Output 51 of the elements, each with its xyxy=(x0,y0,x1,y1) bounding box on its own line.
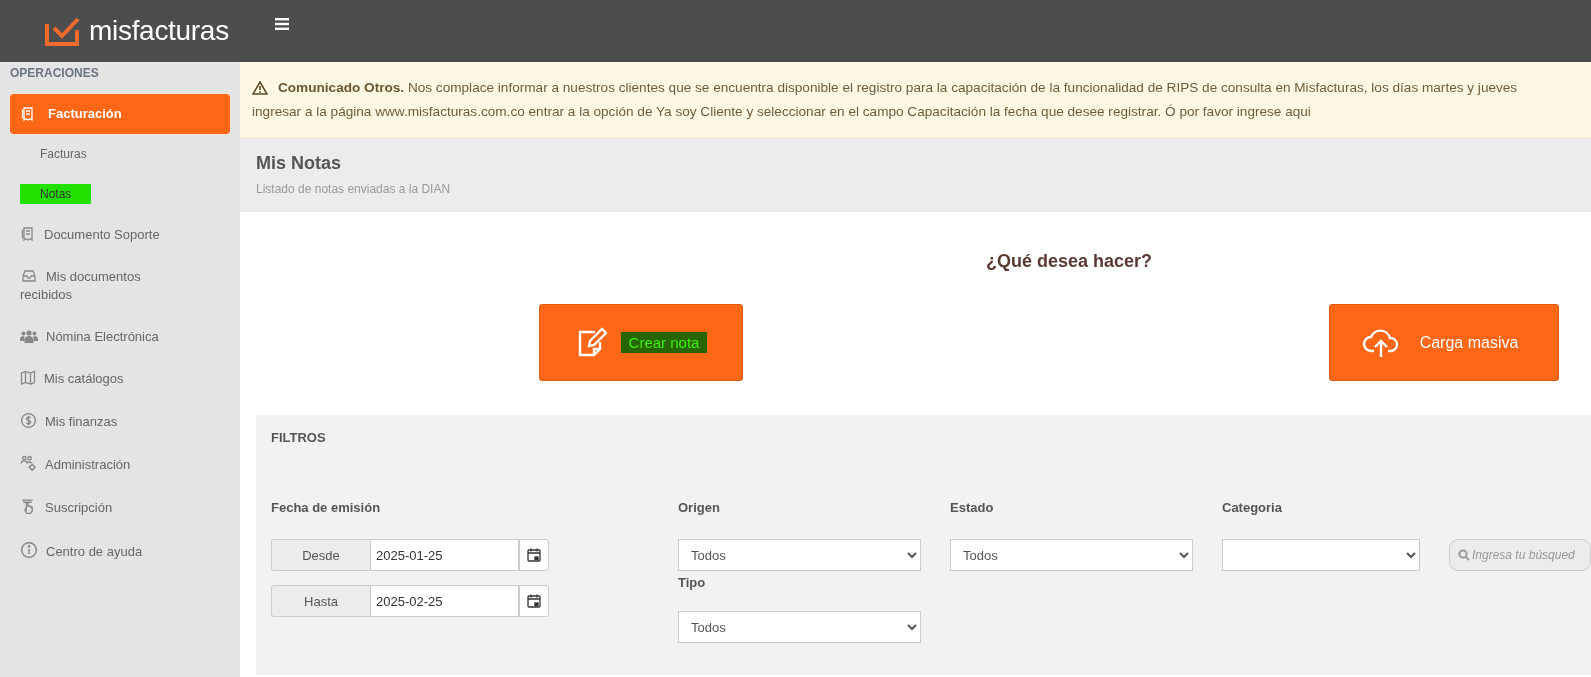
receipt-icon xyxy=(20,106,36,122)
search-icon xyxy=(1458,549,1470,561)
nav-item[interactable]: Mis catálogos xyxy=(0,358,190,400)
alert-message: Comunicado Otros. Nos complace informar a nuestros clientes que se encuentra disponible el registro para la capacitación de la funcionalidad de RIPS de consulta en Misfacturas, los días martes y jueves xyxy=(278,79,1518,97)
nav-item[interactable]: Nómina Electrónica xyxy=(0,316,190,358)
date-field[interactable]: 2025-02-25 xyxy=(371,585,519,617)
page-title: Mis Notas xyxy=(256,153,343,174)
nav-item[interactable]: Centro de ayuda xyxy=(0,529,190,573)
action-button[interactable]: Carga masiva xyxy=(1329,304,1559,381)
menu-icon[interactable] xyxy=(275,18,289,30)
tray-icon xyxy=(20,268,38,284)
nav-item[interactable]: Facturación xyxy=(10,94,230,134)
section-title: OPERACIONES xyxy=(9,66,100,82)
section-heading: ¿Qué desea hacer? xyxy=(986,250,1153,272)
nav-item[interactable]: Administración xyxy=(0,443,190,486)
date-label: Desde xyxy=(271,539,371,571)
action-button[interactable]: Crear nota xyxy=(539,304,743,381)
field-label: Categoria xyxy=(1222,500,1283,517)
date-field[interactable]: 2025-01-25 xyxy=(371,539,519,571)
nav-item[interactable]: Mis documentos recibidos xyxy=(0,256,190,316)
panel-title: FILTROS xyxy=(271,430,327,447)
dropdown[interactable]: Todos xyxy=(678,539,921,571)
calendar-button[interactable] xyxy=(519,585,549,617)
cloud-upload-icon xyxy=(1361,327,1400,358)
field-label: Tipo xyxy=(678,575,707,592)
date-label: Hasta xyxy=(271,585,371,617)
field-label: Estado xyxy=(950,500,995,517)
search-field[interactable]: Ingresa tu búsqued xyxy=(1449,539,1591,571)
nav-item[interactable]: Mis finanzas xyxy=(0,400,190,443)
calendar-icon xyxy=(527,594,541,608)
field-label: Origen xyxy=(678,500,721,517)
dropdown[interactable]: Todos xyxy=(678,611,921,643)
calendar-button[interactable] xyxy=(519,539,549,571)
alert-message: ingresar a la página www.misfacturas.com.co entrar a la opción de Ya soy Cliente y seleccionar en el campo Capacitación la fecha que desee registrar. Ó por favor ingrese aqui xyxy=(252,103,1311,121)
dollar-circle-icon xyxy=(20,412,37,429)
field-label: Fecha de emisión xyxy=(271,500,382,517)
page-subtitle: Listado de notas enviadas a la DIAN xyxy=(256,182,452,196)
warning-icon xyxy=(252,81,268,95)
info-icon xyxy=(20,541,38,559)
people-gear-icon xyxy=(20,455,37,472)
calendar-icon xyxy=(527,548,541,562)
logo-icon xyxy=(45,16,81,46)
nav-subitem[interactable]: Facturas xyxy=(20,144,107,164)
users-icon xyxy=(20,328,38,344)
nav-item[interactable]: Documento Soporte xyxy=(0,214,190,256)
dropdown[interactable]: Todos xyxy=(950,539,1193,571)
logo-text: misfacturas xyxy=(89,16,229,46)
receipt-icon xyxy=(20,226,36,242)
nav-item[interactable]: Suscripción xyxy=(0,486,190,529)
nav-subitem[interactable]: Notas xyxy=(20,184,92,204)
map-icon xyxy=(20,370,36,386)
